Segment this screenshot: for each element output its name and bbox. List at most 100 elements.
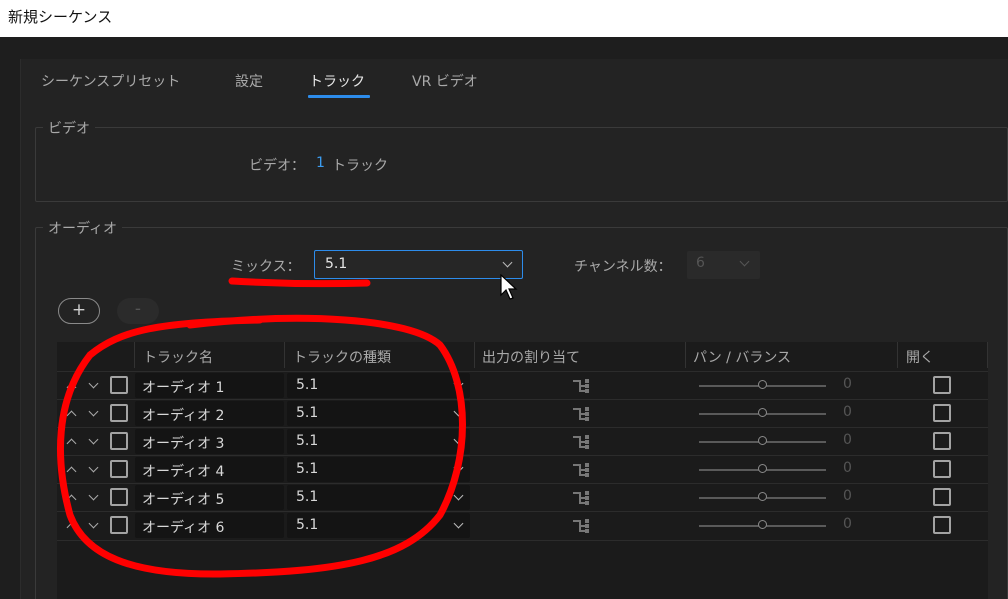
track-name-field[interactable]: オーディオ 2	[135, 401, 284, 426]
open-checkbox[interactable]	[933, 460, 951, 478]
add-track-button[interactable]: +	[58, 298, 100, 324]
table-row: オーディオ 1 5.1 0	[57, 371, 988, 399]
pan-value[interactable]: 0	[843, 376, 852, 392]
pan-slider-knob[interactable]	[758, 436, 767, 445]
move-up-icon[interactable]	[66, 466, 77, 477]
open-checkbox[interactable]	[933, 376, 951, 394]
pan-value[interactable]: 0	[843, 460, 852, 476]
chevron-down-icon	[502, 257, 513, 268]
pan-slider-knob[interactable]	[758, 408, 767, 417]
chevron-down-icon	[453, 378, 464, 389]
mix-select[interactable]: 5.1	[314, 250, 523, 279]
mix-select-value: 5.1	[325, 256, 348, 272]
output-routing-icon[interactable]	[571, 518, 591, 534]
move-down-icon[interactable]	[88, 490, 99, 501]
pan-slider-knob[interactable]	[758, 380, 767, 389]
track-type-select[interactable]: 5.1	[287, 401, 470, 426]
chevron-down-icon	[453, 490, 464, 501]
track-name-text: オーディオ 5	[142, 492, 225, 508]
track-type-value: 5.1	[296, 461, 319, 477]
video-track-unit: トラック	[332, 158, 388, 174]
move-down-icon[interactable]	[88, 378, 99, 389]
track-name-text: オーディオ 2	[142, 408, 225, 424]
track-type-select[interactable]: 5.1	[287, 457, 470, 482]
chevron-down-icon	[739, 256, 750, 267]
track-type-select[interactable]: 5.1	[287, 513, 470, 538]
pan-value[interactable]: 0	[843, 488, 852, 504]
track-type-value: 5.1	[296, 405, 319, 421]
track-name-field[interactable]: オーディオ 4	[135, 457, 284, 482]
track-type-select[interactable]: 5.1	[287, 373, 470, 398]
track-type-value: 5.1	[296, 517, 319, 533]
tab-vr-video[interactable]: VR ビデオ	[412, 71, 478, 91]
move-up-icon[interactable]	[66, 410, 77, 421]
move-down-icon[interactable]	[88, 462, 99, 473]
track-name-field[interactable]: オーディオ 3	[135, 429, 284, 454]
output-routing-icon[interactable]	[571, 406, 591, 422]
track-checkbox[interactable]	[110, 432, 128, 450]
chevron-down-icon	[453, 406, 464, 417]
video-group	[35, 127, 1008, 202]
output-routing-icon[interactable]	[571, 490, 591, 506]
track-name-field[interactable]: オーディオ 6	[135, 513, 284, 538]
pan-slider-knob[interactable]	[758, 492, 767, 501]
column-header-output-assignment[interactable]: 出力の割り当て	[482, 347, 580, 367]
column-divider	[685, 342, 686, 368]
column-header-pan-balance[interactable]: パン / バランス	[693, 347, 791, 367]
track-type-select[interactable]: 5.1	[287, 485, 470, 510]
channels-label: チャンネル数：	[574, 259, 672, 275]
mix-label: ミックス：	[231, 259, 301, 275]
pan-slider-knob[interactable]	[758, 464, 767, 473]
title-bar: 新規シーケンス	[0, 0, 1008, 37]
move-up-icon[interactable]	[66, 522, 77, 533]
track-type-select[interactable]: 5.1	[287, 429, 470, 454]
open-checkbox[interactable]	[933, 404, 951, 422]
output-routing-icon[interactable]	[571, 462, 591, 478]
track-checkbox[interactable]	[110, 376, 128, 394]
open-checkbox[interactable]	[933, 516, 951, 534]
track-checkbox[interactable]	[110, 488, 128, 506]
video-track-count[interactable]: 1	[316, 155, 325, 171]
column-divider	[897, 342, 898, 368]
video-tracks-label: ビデオ：	[249, 158, 305, 174]
track-name-field[interactable]: オーディオ 5	[135, 485, 284, 510]
column-header-open[interactable]: 開く	[906, 347, 934, 367]
track-type-value: 5.1	[296, 377, 319, 393]
column-header-track-name[interactable]: トラック名	[143, 347, 213, 367]
table-row: オーディオ 2 5.1 0	[57, 399, 988, 427]
move-down-icon[interactable]	[88, 518, 99, 529]
column-divider	[284, 342, 285, 368]
pan-value[interactable]: 0	[843, 432, 852, 448]
chevron-down-icon	[453, 434, 464, 445]
pan-value[interactable]: 0	[843, 516, 852, 532]
move-down-icon[interactable]	[88, 406, 99, 417]
chevron-down-icon	[453, 462, 464, 473]
channels-select-value: 6	[696, 255, 705, 271]
track-checkbox[interactable]	[110, 460, 128, 478]
pan-value[interactable]: 0	[843, 404, 852, 420]
audio-group-legend: オーディオ	[43, 218, 123, 238]
track-checkbox[interactable]	[110, 404, 128, 422]
move-up-icon[interactable]	[66, 438, 77, 449]
column-divider	[474, 342, 475, 368]
output-routing-icon[interactable]	[571, 378, 591, 394]
column-divider	[987, 342, 988, 368]
move-down-icon[interactable]	[88, 434, 99, 445]
tab-settings[interactable]: 設定	[235, 71, 263, 91]
audio-track-table: トラック名 トラックの種類 出力の割り当て パン / バランス 開く オーディオ…	[57, 342, 988, 599]
pan-slider-knob[interactable]	[758, 520, 767, 529]
column-header-track-type[interactable]: トラックの種類	[293, 347, 391, 367]
move-up-icon[interactable]	[66, 382, 77, 393]
tab-sequence-presets[interactable]: シーケンスプリセット	[41, 71, 180, 91]
move-up-icon[interactable]	[66, 494, 77, 505]
open-checkbox[interactable]	[933, 432, 951, 450]
track-checkbox[interactable]	[110, 516, 128, 534]
channels-select: 6	[687, 251, 760, 279]
track-type-value: 5.1	[296, 489, 319, 505]
chevron-down-icon	[453, 518, 464, 529]
window-title: 新規シーケンス	[8, 8, 113, 26]
tab-tracks[interactable]: トラック	[309, 71, 365, 91]
open-checkbox[interactable]	[933, 488, 951, 506]
output-routing-icon[interactable]	[571, 434, 591, 450]
track-name-field[interactable]: オーディオ 1	[135, 373, 284, 398]
